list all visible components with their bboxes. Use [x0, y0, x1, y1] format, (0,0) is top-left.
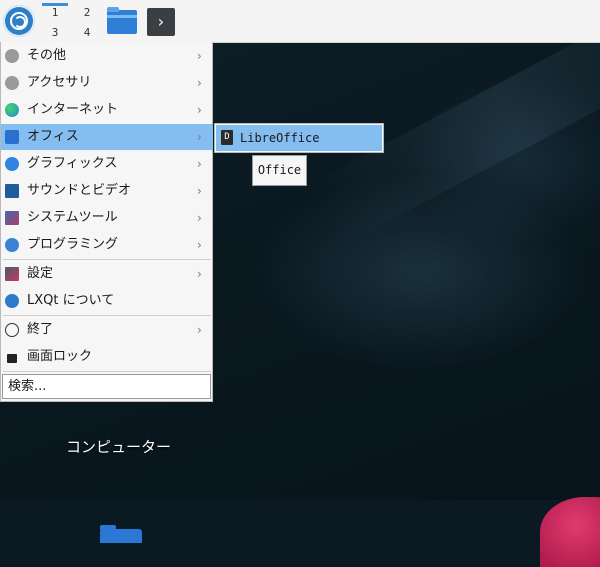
menu-item-label: アクセサリ: [27, 75, 92, 90]
menu-item-label: その他: [27, 48, 67, 63]
chevron-right-icon: ›: [197, 157, 202, 171]
file-manager-icon[interactable]: [107, 7, 137, 34]
menu-item-label: サウンドとビデオ: [27, 183, 132, 198]
menu-item-office[interactable]: オフィス ›: [1, 124, 213, 150]
menu-separator: [3, 371, 211, 372]
desktop-switcher: 1 2 3 4: [42, 2, 106, 40]
menu-item-system-tools[interactable]: システムツール ›: [1, 205, 213, 231]
chevron-right-icon: ›: [197, 267, 202, 281]
chevron-right-icon: ›: [197, 238, 202, 252]
programming-icon: [5, 238, 19, 252]
menu-item-label: システムツール: [27, 210, 118, 225]
menu-item-label: インターネット: [27, 102, 119, 117]
submenu-item-label: LibreOffice: [240, 131, 320, 145]
submenu-item-libreoffice[interactable]: D LibreOffice: [216, 125, 382, 151]
menu-item-graphics[interactable]: グラフィックス ›: [1, 151, 213, 177]
wallpaper-flower: [540, 497, 600, 567]
menu-item-accessories[interactable]: アクセサリ ›: [1, 70, 213, 96]
monitor-icon: [5, 184, 19, 198]
chevron-right-icon: ›: [197, 49, 202, 63]
chevron-right-icon: ›: [197, 323, 202, 337]
menu-item-settings[interactable]: 設定 ›: [1, 261, 213, 287]
chevron-right-icon: ›: [197, 76, 202, 90]
search-label: 検索...: [8, 379, 47, 394]
office-submenu: D LibreOffice: [214, 123, 384, 153]
desktop-icon-computer-label[interactable]: コンピューター: [66, 436, 171, 457]
chevron-right-icon: ›: [197, 184, 202, 198]
menu-separator: [3, 259, 211, 260]
ellipsis-icon: [5, 76, 19, 90]
menu-item-internet[interactable]: インターネット ›: [1, 97, 213, 123]
lxqt-icon: [5, 294, 19, 308]
menu-item-label: オフィス: [27, 129, 79, 144]
lock-icon: [7, 354, 17, 363]
menu-item-label: グラフィックス: [27, 156, 118, 171]
graphics-icon: [5, 157, 19, 171]
menu-item-lock-screen[interactable]: 画面ロック: [1, 344, 213, 370]
tooltip: Office: [252, 155, 307, 186]
menu-separator: [3, 315, 211, 316]
desktop-3-button[interactable]: 3: [42, 24, 68, 42]
system-tools-icon: [5, 211, 19, 225]
chevron-right-icon: ›: [197, 103, 202, 117]
top-panel: 1 2 3 4 ›: [0, 0, 600, 43]
desktop-4-button[interactable]: 4: [74, 24, 100, 42]
ellipsis-icon: [5, 49, 19, 63]
globe-icon: [5, 103, 19, 117]
menu-item-sound-video[interactable]: サウンドとビデオ ›: [1, 178, 213, 204]
menu-item-label: 設定: [27, 266, 54, 281]
desktop-2-button[interactable]: 2: [74, 4, 100, 22]
settings-icon: [5, 267, 19, 281]
power-icon: [5, 323, 19, 337]
desktop-1-button[interactable]: 1: [42, 3, 68, 22]
menu-item-label: LXQt について: [27, 293, 115, 308]
menu-item-label: プログラミング: [27, 237, 119, 252]
menu-item-other[interactable]: その他 ›: [1, 43, 213, 69]
terminal-icon[interactable]: ›: [147, 8, 175, 36]
main-menu: その他 › アクセサリ › インターネット › オフィス › グラフィックス ›…: [0, 42, 213, 402]
chevron-right-icon: ›: [197, 130, 202, 144]
menu-item-about-lxqt[interactable]: LXQt について: [1, 288, 213, 314]
app-launcher-button[interactable]: [3, 5, 35, 37]
menu-item-label: 画面ロック: [27, 349, 93, 364]
menu-item-label: 終了: [27, 322, 54, 337]
chevron-right-icon: ›: [197, 211, 202, 225]
office-icon: [5, 130, 19, 144]
menu-item-programming[interactable]: プログラミング ›: [1, 232, 213, 258]
menu-item-quit[interactable]: 終了 ›: [1, 317, 213, 343]
libreoffice-icon: D: [221, 130, 233, 145]
desktop-folder-icon[interactable]: [100, 525, 142, 543]
menu-search-field[interactable]: 検索...: [2, 374, 211, 399]
